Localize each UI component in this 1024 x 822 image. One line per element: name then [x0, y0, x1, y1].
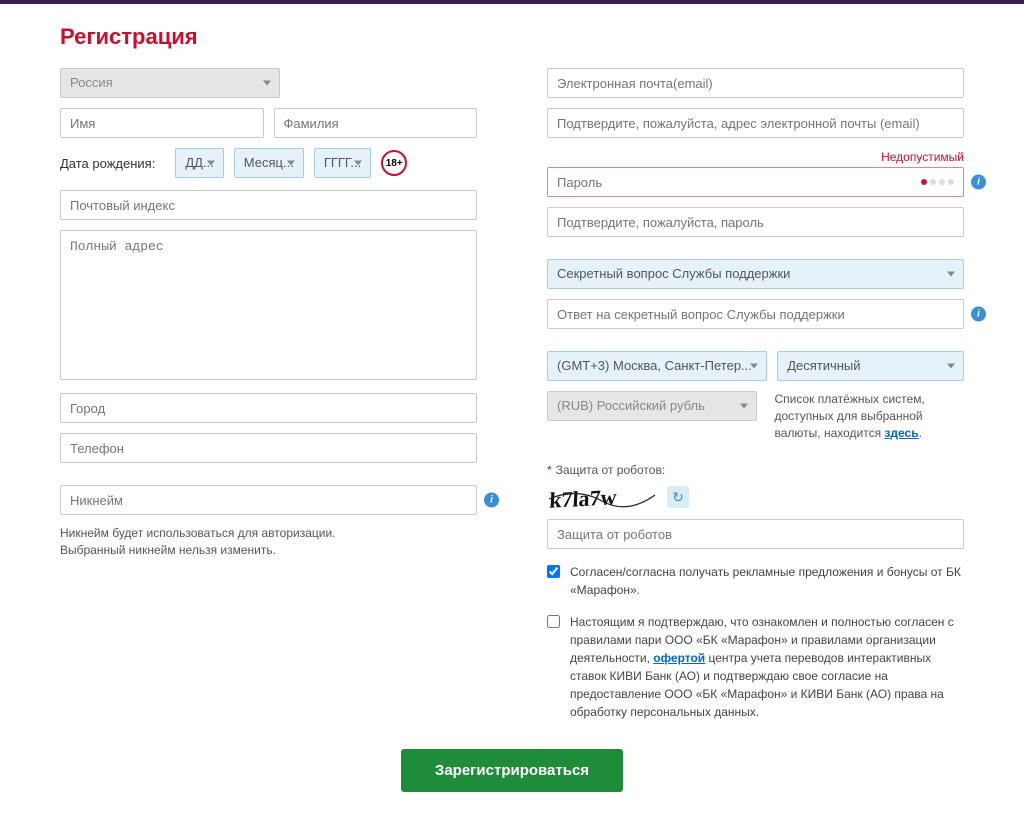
dob-label: Дата рождения:: [60, 156, 155, 171]
captcha-image: k7la7w: [547, 481, 657, 513]
password-strength-icon: [921, 179, 954, 185]
left-column: Россия Дата рождения: ДД... Месяц...: [60, 68, 477, 721]
city-input[interactable]: [60, 393, 477, 423]
first-name-input[interactable]: [60, 108, 264, 138]
offer-link[interactable]: офертой: [653, 651, 705, 665]
chevron-down-icon: [263, 81, 271, 86]
timezone-select[interactable]: (GMT+3) Москва, Санкт-Петер...: [547, 351, 767, 381]
captcha-refresh-icon[interactable]: ↻: [667, 486, 689, 508]
svg-text:k7la7w: k7la7w: [549, 485, 617, 514]
postal-code-input[interactable]: [60, 190, 477, 220]
email-input[interactable]: [547, 68, 964, 98]
captcha-input[interactable]: [547, 519, 964, 549]
password-error: Недопустимый: [547, 150, 964, 164]
age-18-badge: 18+: [381, 150, 407, 176]
currency-select[interactable]: (RUB) Российский рубль: [547, 391, 757, 421]
odds-format-select[interactable]: Десятичный: [777, 351, 964, 381]
dob-day-select[interactable]: ДД...: [175, 148, 223, 178]
phone-input[interactable]: [60, 433, 477, 463]
currency-value: (RUB) Российский рубль: [557, 398, 705, 414]
secret-answer-input[interactable]: [547, 299, 964, 329]
chevron-down-icon: [354, 161, 362, 166]
terms-consent-label: Настоящим я подтверждаю, что ознакомлен …: [570, 613, 964, 721]
chevron-down-icon: [947, 364, 955, 369]
dob-month-select[interactable]: Месяц...: [234, 148, 304, 178]
chevron-down-icon: [287, 161, 295, 166]
password-input[interactable]: [547, 167, 964, 197]
promo-consent-checkbox[interactable]: [547, 565, 560, 578]
last-name-input[interactable]: [274, 108, 478, 138]
nickname-hint: Никнейм будет использоваться для авториз…: [60, 525, 477, 559]
currency-note: Список платёжных систем, доступных для в…: [775, 391, 965, 441]
info-icon[interactable]: i: [971, 307, 986, 322]
nickname-input[interactable]: [60, 485, 477, 515]
captcha-label: Защита от роботов:: [547, 463, 964, 477]
country-select[interactable]: Россия: [60, 68, 280, 98]
dob-year-select[interactable]: ГГГГ...: [314, 148, 371, 178]
chevron-down-icon: [750, 364, 758, 369]
info-icon[interactable]: i: [484, 493, 499, 508]
terms-consent-checkbox[interactable]: [547, 615, 560, 628]
odds-format-value: Десятичный: [787, 358, 860, 374]
info-icon[interactable]: i: [971, 175, 986, 190]
register-button[interactable]: Зарегистрироваться: [401, 749, 623, 792]
full-address-input[interactable]: [60, 230, 477, 380]
promo-consent-label: Согласен/согласна получать рекламные пре…: [570, 563, 964, 599]
chevron-down-icon: [740, 404, 748, 409]
chevron-down-icon: [207, 161, 215, 166]
chevron-down-icon: [947, 272, 955, 277]
country-select-value: Россия: [70, 75, 113, 91]
secret-question-select[interactable]: Секретный вопрос Службы поддержки: [547, 259, 964, 289]
page-title: Регистрация: [60, 24, 964, 50]
secret-question-value: Секретный вопрос Службы поддержки: [557, 266, 790, 282]
payment-systems-link[interactable]: здесь: [884, 426, 918, 440]
email-confirm-input[interactable]: [547, 108, 964, 138]
terms-consent-row[interactable]: Настоящим я подтверждаю, что ознакомлен …: [547, 613, 964, 721]
password-confirm-input[interactable]: [547, 207, 964, 237]
promo-consent-row[interactable]: Согласен/согласна получать рекламные пре…: [547, 563, 964, 599]
timezone-value: (GMT+3) Москва, Санкт-Петер...: [557, 358, 752, 374]
right-column: Недопустимый i Секретный вопрос Службы п…: [547, 68, 964, 721]
